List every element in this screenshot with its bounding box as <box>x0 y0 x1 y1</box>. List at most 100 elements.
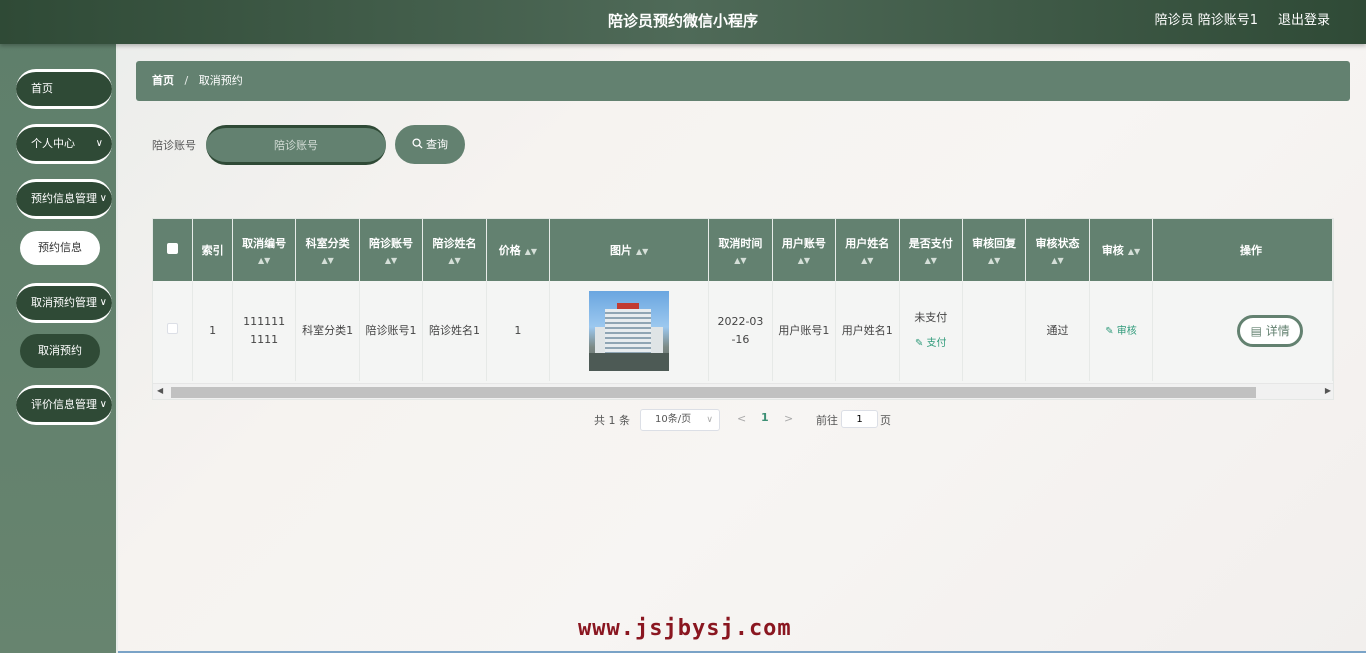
cell-department: 科室分类1 <box>295 281 360 381</box>
logout-link[interactable]: 退出登录 <box>1278 0 1330 42</box>
sort-icon[interactable]: ▲▼ <box>425 257 483 265</box>
sidebar-item-label: 个人中心 <box>31 137 75 150</box>
paid-status: 未支付 <box>914 311 948 324</box>
column-header[interactable]: 图片 ▲▼ <box>549 219 710 281</box>
cell-escort-name: 陪诊姓名1 <box>422 281 487 381</box>
sidebar-item-label: 预约信息管理 <box>31 192 97 205</box>
column-header[interactable]: 取消编号 ▲▼ <box>232 219 297 281</box>
edit-icon: ✎ <box>914 338 927 349</box>
cell-user-name: 用户姓名1 <box>835 281 900 381</box>
sidebar-item-label: 取消预约管理 <box>31 296 97 309</box>
sort-icon[interactable]: ▲▼ <box>902 257 960 265</box>
search-icon <box>412 138 423 149</box>
goto-label: 前往 <box>816 414 838 427</box>
sidebar-item-home[interactable]: 首页 <box>16 69 112 109</box>
column-header[interactable]: 陪诊账号 ▲▼ <box>359 219 424 281</box>
query-button[interactable]: 查询 <box>395 125 465 164</box>
chevron-down-icon: ∨ <box>706 415 713 425</box>
cell-user-account: 用户账号1 <box>772 281 837 381</box>
sidebar-item-label: 首页 <box>31 82 53 95</box>
pay-link[interactable]: ✎ 支付 <box>904 335 958 353</box>
total-count: 共 1 条 <box>594 414 630 427</box>
column-header[interactable]: 取消时间 ▲▼ <box>708 219 773 281</box>
page-size-select[interactable]: 10条/页 ∨ <box>640 409 720 431</box>
cell-image <box>549 281 710 381</box>
horizontal-scrollbar[interactable]: ◀ ▶ <box>153 383 1333 399</box>
sort-icon[interactable]: ▲▼ <box>1028 257 1086 265</box>
cancel-appointment-table: 索引 取消编号 ▲▼ 科室分类 ▲▼ 陪诊账号 ▲▼ 陪诊姓名 ▲▼ 价格 ▲▼ 图片 ▲▼… <box>152 218 1334 400</box>
column-header[interactable]: 价格 ▲▼ <box>486 219 551 281</box>
column-header[interactable]: 审核回复 ▲▼ <box>962 219 1027 281</box>
sidebar-item-label: 预约信息 <box>38 241 82 254</box>
column-header[interactable]: 陪诊姓名 ▲▼ <box>422 219 487 281</box>
goto-page-input[interactable] <box>841 410 878 428</box>
cell-review-status: 通过 <box>1025 281 1090 381</box>
cell-cancel-time: 2022-03-16 <box>708 281 773 381</box>
table-row: 1 1111111111 科室分类1 陪诊账号1 陪诊姓名1 1 2022-03… <box>153 281 1333 381</box>
page-number[interactable]: 1 <box>761 411 769 424</box>
sidebar-item-label: 取消预约 <box>38 344 82 357</box>
column-header[interactable]: 是否支付 ▲▼ <box>899 219 963 281</box>
chevron-down-icon: ∨ <box>99 399 107 410</box>
cell-price: 1 <box>486 281 551 381</box>
column-header[interactable]: 用户账号 ▲▼ <box>772 219 837 281</box>
sidebar-item-cancel-management[interactable]: 取消预约管理 ∨ <box>16 283 112 323</box>
sort-icon[interactable]: ▲▼ <box>362 257 420 265</box>
sidebar-item-appointment-management[interactable]: 预约信息管理 ∨ <box>16 179 112 219</box>
breadcrumb-current: 取消预约 <box>198 74 243 87</box>
sidebar-subitem-appointment-info[interactable]: 预约信息 <box>20 231 100 265</box>
row-checkbox[interactable] <box>167 323 179 334</box>
hospital-image[interactable] <box>589 291 670 371</box>
table-header-row: 索引 取消编号 ▲▼ 科室分类 ▲▼ 陪诊账号 ▲▼ 陪诊姓名 ▲▼ 价格 ▲▼ 图片 ▲▼… <box>153 219 1333 281</box>
detail-button[interactable]: ▤ 详情 <box>1237 315 1304 347</box>
cell-review-reply <box>962 281 1027 381</box>
breadcrumb-separator: / <box>184 74 189 87</box>
cell-cancel-no: 1111111111 <box>232 281 297 381</box>
sidebar: 首页 个人中心 ∨ 预约信息管理 ∨ 预约信息 取消预约管理 ∨ 取消预约 评价… <box>0 44 118 653</box>
sidebar-item-review-management[interactable]: 评价信息管理 ∨ <box>16 385 112 425</box>
column-header[interactable]: 科室分类 ▲▼ <box>295 219 360 281</box>
column-header: 索引 <box>192 219 233 281</box>
sort-icon[interactable]: ▲▼ <box>1128 247 1140 256</box>
column-header[interactable]: 审核状态 ▲▼ <box>1025 219 1090 281</box>
sort-icon[interactable]: ▲▼ <box>525 247 537 256</box>
prev-page-icon[interactable]: < <box>737 412 746 425</box>
chevron-down-icon: ∨ <box>99 297 107 308</box>
next-page-icon[interactable]: > <box>784 412 793 425</box>
current-user: 陪诊员 陪诊账号1 <box>1154 13 1258 28</box>
select-all-header <box>153 219 194 281</box>
cell-paid: 未支付 ✎ 支付 <box>899 281 963 381</box>
sidebar-item-label: 评价信息管理 <box>31 398 97 411</box>
row-select-cell <box>153 281 194 381</box>
chevron-down-icon: ∨ <box>95 138 103 149</box>
sort-icon[interactable]: ▲▼ <box>636 247 648 256</box>
cell-escort-account: 陪诊账号1 <box>359 281 424 381</box>
breadcrumb: 首页 / 取消预约 <box>136 61 1350 101</box>
column-header[interactable]: 用户姓名 ▲▼ <box>835 219 900 281</box>
column-header[interactable]: 审核 ▲▼ <box>1089 219 1154 281</box>
scrollbar-thumb[interactable] <box>171 387 1256 398</box>
scroll-right-icon[interactable]: ▶ <box>1325 386 1331 395</box>
sort-icon[interactable]: ▲▼ <box>965 257 1023 265</box>
sidebar-subitem-cancel-appointment[interactable]: 取消预约 <box>20 334 100 368</box>
cell-actions: ▤ 详情 <box>1152 281 1333 381</box>
review-link[interactable]: ✎ 审核 <box>1105 326 1137 337</box>
sort-icon[interactable]: ▲▼ <box>298 257 356 265</box>
column-header: 操作 <box>1152 219 1333 281</box>
edit-icon: ✎ <box>1105 325 1117 337</box>
scroll-left-icon[interactable]: ◀ <box>157 386 163 395</box>
escort-account-search-input[interactable] <box>206 125 386 165</box>
select-all-checkbox[interactable] <box>167 243 179 254</box>
breadcrumb-home[interactable]: 首页 <box>152 74 174 87</box>
top-bar: 陪诊员预约微信小程序 陪诊员 陪诊账号1 退出登录 <box>0 0 1366 44</box>
sort-icon[interactable]: ▲▼ <box>775 257 833 265</box>
document-icon: ▤ <box>1250 324 1266 338</box>
watermark: www.jsjbysj.com <box>578 616 792 641</box>
search-label: 陪诊账号 <box>152 139 196 152</box>
sort-icon[interactable]: ▲▼ <box>711 257 769 265</box>
chevron-down-icon: ∨ <box>99 193 107 204</box>
sidebar-item-personal-center[interactable]: 个人中心 ∨ <box>16 124 112 164</box>
query-button-label: 查询 <box>426 138 448 151</box>
sort-icon[interactable]: ▲▼ <box>235 257 294 265</box>
sort-icon[interactable]: ▲▼ <box>838 257 896 265</box>
